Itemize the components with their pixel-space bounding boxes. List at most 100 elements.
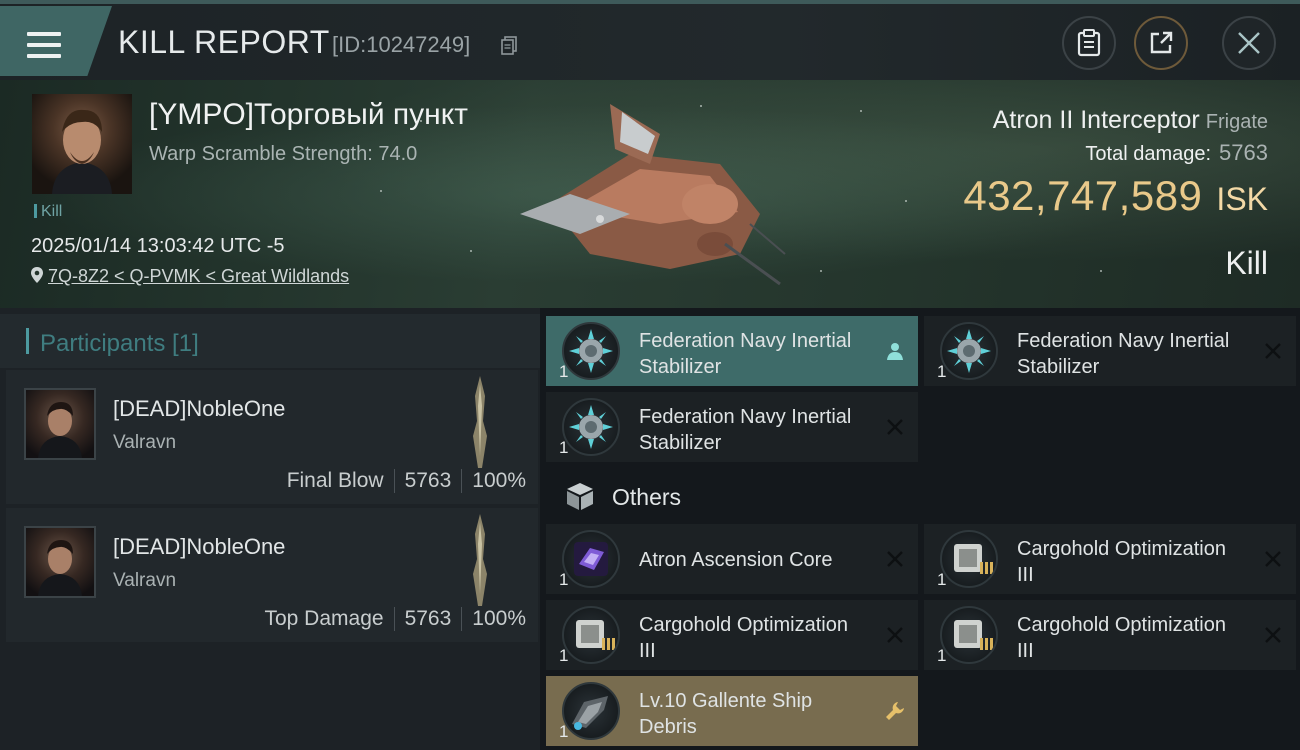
participant-stats: Final Blow 5763 100% — [287, 469, 526, 493]
close-icon[interactable] — [1264, 342, 1282, 360]
item-name: Federation Navy Inertial Stabilizer — [639, 330, 852, 378]
location-link[interactable]: 7Q-8Z2 < Q-PVMK < Great Wildlands — [48, 266, 349, 286]
copy-icon[interactable] — [501, 36, 517, 55]
participant-role: Final Blow — [286, 469, 384, 492]
item-slot[interactable]: 1 Federation Navy Inertial Stabilizer — [924, 316, 1296, 386]
hamburger-menu-icon[interactable] — [27, 32, 61, 58]
ship-silhouette-icon — [473, 514, 487, 606]
victim-portrait[interactable] — [32, 94, 132, 194]
item-name: Lv.10 Gallente Ship Debris — [639, 690, 813, 738]
item-quantity: 1 — [937, 570, 947, 589]
participants-panel: Participants [1] [DEAD]NobleOne Valravn … — [0, 308, 540, 750]
character-portrait-icon — [38, 402, 82, 458]
divider — [461, 607, 463, 631]
top-accent-line — [0, 0, 1300, 4]
divider — [393, 607, 395, 631]
clipboard-button[interactable] — [1062, 16, 1116, 70]
kill-type-tag: Kill — [34, 203, 62, 221]
cargohold-optimization-icon — [562, 606, 620, 664]
character-portrait-icon — [52, 109, 112, 194]
participant-percent: 100% — [472, 469, 526, 492]
isk-amount: 432,747,589 — [963, 172, 1203, 219]
item-slot[interactable]: 1 Cargohold Optimization III — [924, 600, 1296, 670]
participant-role: Top Damage — [264, 607, 384, 630]
others-label: Others — [612, 484, 682, 510]
item-name: Atron Ascension Core — [639, 549, 833, 571]
item-slot[interactable]: 1 Lv.10 Gallente Ship Debris — [546, 676, 918, 746]
item-slot[interactable]: 1 Federation Navy Inertial Stabilizer — [546, 316, 918, 386]
header-accent-bar — [26, 328, 29, 354]
participant-name: [DEAD]NobleOne — [113, 396, 286, 421]
participant-avatar[interactable] — [24, 526, 96, 598]
location-pin-icon — [31, 267, 43, 283]
others-section-header: Others — [546, 472, 1300, 520]
inertial-stabilizer-icon — [562, 398, 620, 456]
participant-name: [DEAD]NobleOne — [113, 534, 286, 559]
warp-scramble-strength: Warp Scramble Strength: 74.0 — [149, 143, 418, 165]
clipboard-icon — [1077, 29, 1101, 57]
participant-row[interactable]: [DEAD]NobleOne Valravn Top Damage 5763 1… — [6, 508, 538, 642]
total-damage-label: Total damage: — [1085, 143, 1212, 165]
isk-value: 432,747,589 ISK — [963, 172, 1268, 220]
item-name: Cargohold Optimization III — [1017, 538, 1226, 586]
participants-header[interactable]: Participants [1] — [0, 314, 540, 368]
report-id: [ID:10247249] — [332, 32, 471, 57]
menu-button[interactable] — [0, 6, 112, 76]
kill-banner: [YMPO]Торговый пункт Warp Scramble Stren… — [0, 80, 1300, 308]
cargohold-optimization-icon — [940, 606, 998, 664]
participant-ship: Valravn — [113, 570, 177, 591]
ship-name: Atron II Interceptor Frigate — [993, 106, 1268, 135]
close-icon — [1238, 32, 1260, 54]
participant-row[interactable]: [DEAD]NobleOne Valravn Final Blow 5763 1… — [6, 370, 538, 504]
item-name: Cargohold Optimization III — [1017, 614, 1226, 662]
item-name: Cargohold Optimization III — [639, 614, 848, 662]
divider — [461, 469, 463, 493]
participants-title: Participants [1] — [40, 330, 199, 357]
isk-unit: ISK — [1216, 181, 1268, 217]
ascension-core-icon — [562, 530, 620, 588]
item-slot[interactable]: 1 Atron Ascension Core — [546, 524, 918, 594]
character-portrait-icon — [38, 540, 82, 596]
close-icon[interactable] — [886, 550, 904, 568]
wrench-icon[interactable] — [884, 700, 906, 722]
inertial-stabilizer-icon — [562, 322, 620, 380]
item-slot[interactable]: 1 Cargohold Optimization III — [546, 600, 918, 670]
ship-name-text: Atron II Interceptor — [992, 106, 1200, 134]
close-icon[interactable] — [1264, 626, 1282, 644]
ship-image — [520, 104, 786, 286]
item-name: Federation Navy Inertial Stabilizer — [1017, 330, 1230, 378]
item-quantity: 1 — [559, 570, 569, 589]
item-quantity: 1 — [559, 362, 569, 381]
total-damage: Total damage: 5763 — [1085, 140, 1268, 166]
item-quantity: 1 — [937, 646, 947, 665]
kill-result: Kill — [1225, 245, 1268, 281]
share-icon — [1150, 31, 1173, 54]
participant-stats: Top Damage 5763 100% — [264, 607, 526, 631]
close-icon[interactable] — [886, 418, 904, 436]
victim-name: [YMPO]Торговый пункт — [149, 98, 468, 131]
total-damage-value: 5763 — [1219, 140, 1268, 165]
ship-silhouette-icon — [473, 376, 487, 468]
close-button[interactable] — [1222, 16, 1276, 70]
top-bar: KILL REPORT [ID:10247249] — [0, 0, 1300, 80]
divider — [393, 469, 395, 493]
participant-percent: 100% — [472, 607, 526, 630]
cube-icon — [567, 483, 593, 510]
ship-debris-icon — [562, 682, 620, 740]
participant-ship: Valravn — [113, 432, 177, 453]
share-button[interactable] — [1134, 16, 1188, 70]
participant-damage: 5763 — [404, 607, 452, 630]
item-slot[interactable]: 1 Cargohold Optimization III — [924, 524, 1296, 594]
inertial-stabilizer-icon — [940, 322, 998, 380]
cargohold-optimization-icon — [940, 530, 998, 588]
close-icon[interactable] — [1264, 550, 1282, 568]
ship-class: Frigate — [1205, 111, 1268, 133]
item-slot[interactable]: 1 Federation Navy Inertial Stabilizer — [546, 392, 918, 462]
item-quantity: 1 — [937, 362, 947, 381]
person-icon[interactable] — [884, 340, 906, 362]
item-name: Federation Navy Inertial Stabilizer — [639, 406, 852, 454]
item-quantity: 1 — [559, 646, 569, 665]
participant-avatar[interactable] — [24, 388, 96, 460]
kill-location[interactable]: 7Q-8Z2 < Q-PVMK < Great Wildlands — [30, 266, 349, 287]
close-icon[interactable] — [886, 626, 904, 644]
